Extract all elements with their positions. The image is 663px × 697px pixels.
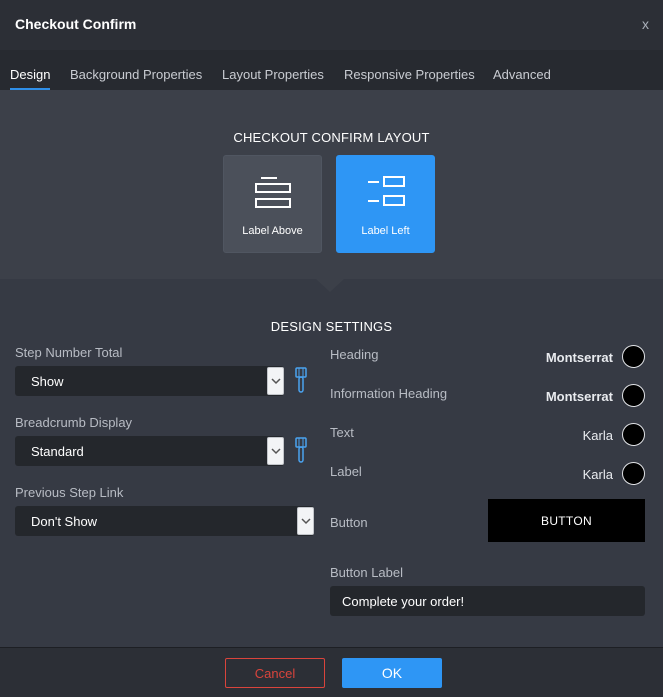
label-color-swatch[interactable] [622, 462, 645, 485]
layout-option-label-above[interactable]: Label Above [223, 155, 322, 253]
select-value: Don't Show [31, 514, 98, 529]
label-above-icon [224, 176, 321, 210]
step-number-total-label: Step Number Total [15, 345, 123, 360]
button-label-value: Complete your order! [342, 594, 465, 609]
select-value: Show [31, 374, 64, 389]
heading-font-name[interactable]: Montserrat [546, 350, 613, 365]
tab-responsive-properties[interactable]: Responsive Properties [344, 67, 475, 82]
design-settings-title: DESIGN SETTINGS [270, 319, 393, 334]
breadcrumb-display-label: Breadcrumb Display [15, 415, 133, 430]
dialog-title: Checkout Confirm [15, 16, 137, 32]
layout-option-label: Label Left [361, 225, 410, 237]
breadcrumb-display-select[interactable]: Standard [15, 436, 284, 466]
heading-color-swatch[interactable] [622, 345, 645, 368]
step-number-total-select[interactable]: Show [15, 366, 284, 396]
design-settings-section: DESIGN SETTINGS Step Number Total Show B… [0, 279, 663, 637]
layout-pointer-arrow [316, 279, 344, 292]
button-style-label: Button [330, 515, 368, 530]
tab-design[interactable]: Design [10, 67, 50, 82]
layout-section-title: CHECKOUT CONFIRM LAYOUT [233, 130, 430, 145]
paintbrush-icon[interactable] [294, 437, 308, 468]
close-icon[interactable]: x [642, 16, 649, 32]
text-font-name[interactable]: Karla [583, 428, 613, 443]
button-style-preview[interactable]: BUTTON [488, 499, 645, 542]
cancel-button[interactable]: Cancel [225, 658, 325, 688]
button-label-field-label: Button Label [330, 565, 404, 580]
button-preview-text: BUTTON [541, 514, 592, 528]
information-heading-font-name[interactable]: Montserrat [546, 389, 613, 404]
information-heading-typography-label: Information Heading [330, 386, 448, 401]
ok-button[interactable]: OK [342, 658, 442, 688]
tab-advanced[interactable]: Advanced [493, 67, 551, 82]
paintbrush-icon[interactable] [294, 367, 308, 398]
chevron-down-icon [297, 507, 314, 535]
heading-typography-label: Heading [330, 347, 379, 362]
label-typography-label: Label [330, 464, 362, 479]
tab-layout-properties[interactable]: Layout Properties [222, 67, 324, 82]
button-label-input[interactable]: Complete your order! [330, 586, 645, 616]
text-typography-label: Text [330, 425, 354, 440]
layout-section: CHECKOUT CONFIRM LAYOUT Label Above Labe… [0, 90, 663, 279]
ok-button-label: OK [381, 665, 403, 681]
tab-bar: Design Background Properties Layout Prop… [0, 50, 663, 90]
dialog-titlebar: Checkout Confirm x [0, 0, 663, 50]
chevron-down-icon [267, 367, 284, 395]
layout-option-label: Label Above [242, 225, 303, 237]
layout-option-label-left[interactable]: Label Left [336, 155, 435, 253]
text-color-swatch[interactable] [622, 423, 645, 446]
previous-step-link-label: Previous Step Link [15, 485, 124, 500]
previous-step-link-select[interactable]: Don't Show [15, 506, 314, 536]
tab-background-properties[interactable]: Background Properties [70, 67, 202, 82]
information-heading-color-swatch[interactable] [622, 384, 645, 407]
chevron-down-icon [267, 437, 284, 465]
checkout-confirm-dialog: Checkout Confirm x Design Background Pro… [0, 0, 663, 697]
label-left-icon [337, 176, 434, 208]
dialog-footer: Cancel OK [0, 647, 663, 697]
label-font-name[interactable]: Karla [583, 467, 613, 482]
cancel-button-label: Cancel [254, 666, 296, 681]
select-value: Standard [31, 444, 84, 459]
